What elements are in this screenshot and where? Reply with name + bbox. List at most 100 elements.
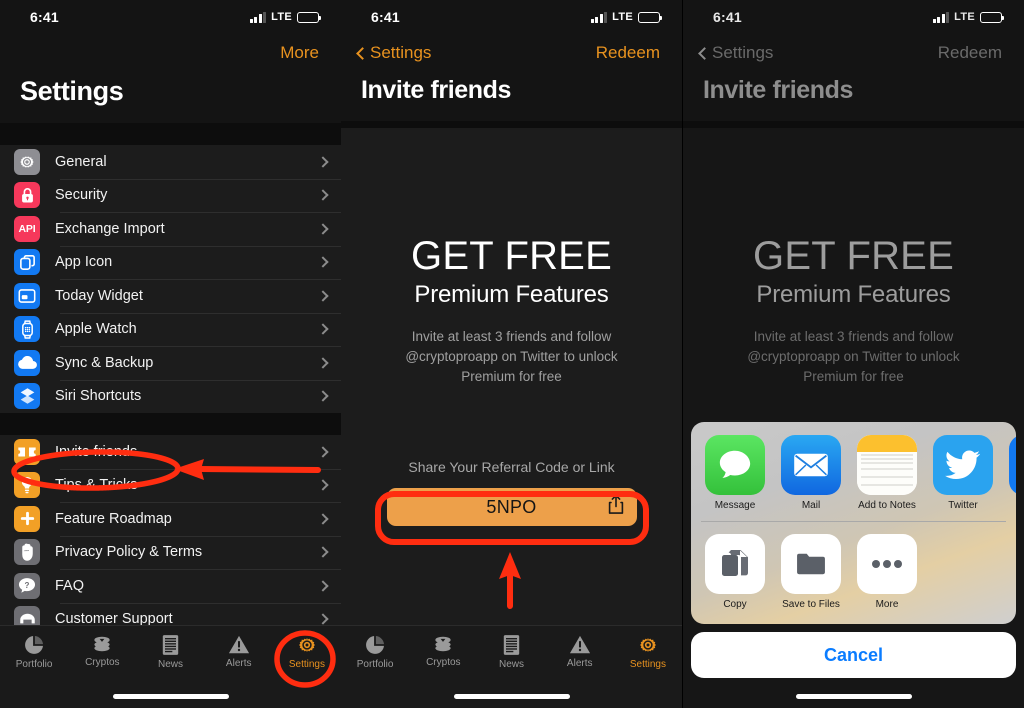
back-button[interactable]: Settings (355, 43, 431, 63)
settings-row-apple-watch[interactable]: Apple Watch (0, 312, 341, 347)
share-action-label: Copy (723, 599, 747, 610)
tab-news[interactable]: News (136, 634, 204, 670)
share-apps-row: Message Mail Add to Notes Twitter (691, 422, 1016, 517)
tab-portfolio[interactable]: Portfolio (0, 634, 68, 670)
settings-row-feature-roadmap[interactable]: Feature Roadmap (0, 502, 341, 536)
share-app-add-to-notes[interactable]: Add to Notes (857, 435, 917, 511)
settings-row-security[interactable]: Security (0, 178, 341, 213)
share-app-label: Mail (801, 500, 821, 511)
settings-row-tips-tricks[interactable]: Tips & Tricks (0, 468, 341, 503)
tab-label: Portfolio (356, 659, 394, 670)
question-bubble-icon: ? (14, 572, 40, 599)
chevron-right-icon (317, 513, 329, 525)
tab-label: News (499, 659, 525, 670)
cellular-bars-icon (249, 11, 267, 23)
share-action-save-to-files[interactable]: Save to Files (781, 534, 841, 610)
chevron-right-icon (317, 580, 329, 592)
settings-row-label: Sync & Backup (55, 354, 154, 371)
redeem-button[interactable]: Redeem (938, 43, 1002, 63)
nav-bar: Settings Redeem (341, 34, 682, 72)
tab-news[interactable]: News (477, 634, 545, 670)
settings-row-faq[interactable]: ? FAQ (0, 569, 341, 603)
share-app-label: Add to Notes (858, 500, 916, 511)
siri-shortcuts-icon (14, 383, 40, 410)
tab-alerts[interactable]: Alerts (205, 634, 273, 669)
share-action-label: More (875, 599, 899, 610)
home-indicator (453, 694, 570, 699)
folder-icon (781, 534, 841, 594)
list-spacer (0, 123, 341, 145)
pie-chart-icon (364, 634, 386, 656)
hero-subtitle: Premium Features (756, 281, 951, 308)
chevron-right-icon (317, 357, 329, 369)
home-indicator (112, 694, 229, 699)
settings-group-general: General Security API Exchange Import App… (0, 145, 341, 413)
ticket-icon (14, 438, 40, 465)
settings-row-general[interactable]: General (0, 145, 341, 179)
status-bar-time: 6:41 (371, 9, 400, 25)
share-action-copy[interactable]: Copy (705, 534, 765, 610)
chevron-right-icon (317, 156, 329, 168)
redeem-button[interactable]: Redeem (596, 43, 660, 63)
gear-icon (14, 148, 40, 175)
share-app-partial[interactable] (1009, 435, 1016, 511)
share-app-mail[interactable]: Mail (781, 435, 841, 511)
settings-row-label: Privacy Policy & Terms (55, 544, 203, 561)
tab-alerts[interactable]: Alerts (546, 634, 614, 669)
settings-row-label: Exchange Import (55, 220, 165, 237)
api-icon: API (14, 215, 40, 242)
cancel-button[interactable]: Cancel (691, 632, 1016, 678)
hand-raised-icon (14, 539, 40, 566)
settings-row-label: General (55, 153, 107, 170)
more-button[interactable]: More (280, 43, 319, 63)
settings-row-label: Tips & Tricks (55, 477, 138, 494)
tab-cryptos[interactable]: Cryptos (68, 634, 136, 668)
settings-row-label: Today Widget (55, 287, 143, 304)
settings-row-privacy-policy-terms[interactable]: Privacy Policy & Terms (0, 535, 341, 570)
chevron-right-icon (317, 256, 329, 268)
settings-row-exchange-import[interactable]: API Exchange Import (0, 212, 341, 246)
app-icon-icon (14, 249, 40, 276)
alert-triangle-icon (228, 634, 250, 655)
share-app-twitter[interactable]: Twitter (933, 435, 993, 511)
news-document-icon (502, 634, 521, 656)
network-label: LTE (271, 11, 292, 23)
tab-settings[interactable]: Settings (273, 634, 341, 670)
tab-settings[interactable]: Settings (614, 634, 682, 670)
share-action-more[interactable]: More (857, 534, 917, 610)
settings-row-app-icon[interactable]: App Icon (0, 245, 341, 280)
gear-icon (296, 634, 318, 656)
cloud-icon (14, 349, 40, 376)
twitter-app-icon (933, 435, 993, 495)
messages-app-icon (705, 435, 765, 495)
phone-panel-share-sheet: 6:41 LTE Settings Redeem Invite friends … (683, 0, 1024, 708)
lightbulb-icon (14, 472, 40, 499)
tab-cryptos[interactable]: Cryptos (409, 634, 477, 668)
cellular-bars-icon (590, 11, 608, 23)
nav-bar: More (0, 34, 341, 72)
status-bar-time: 6:41 (713, 9, 742, 25)
list-spacer (0, 413, 341, 435)
share-sheet-card: Message Mail Add to Notes Twitter Copy S… (691, 422, 1016, 624)
tab-portfolio[interactable]: Portfolio (341, 634, 409, 670)
tab-label: Settings (288, 659, 325, 670)
share-action-label: Save to Files (782, 599, 840, 610)
settings-row-invite-friends[interactable]: Invite friends (0, 435, 341, 469)
share-app-message[interactable]: Message (705, 435, 765, 511)
chevron-right-icon (317, 446, 329, 458)
tab-label: News (158, 659, 184, 670)
tab-label: Cryptos (85, 657, 120, 668)
status-bar: 6:41 LTE (683, 0, 1024, 34)
share-actions-row: Copy Save to Files More (691, 522, 1016, 624)
hero-title: GET FREE (411, 234, 612, 278)
settings-row-siri-shortcuts[interactable]: Siri Shortcuts (0, 379, 341, 414)
settings-row-label: Invite friends (55, 443, 138, 460)
share-app-label: Twitter (948, 500, 978, 511)
settings-row-sync-backup[interactable]: Sync & Backup (0, 346, 341, 380)
settings-row-label: Security (55, 187, 108, 204)
referral-code-button[interactable]: 5NPO (386, 488, 637, 526)
settings-group-support: Invite friends Tips & Tricks Feature Roa… (0, 435, 341, 636)
back-button[interactable]: Settings (697, 43, 773, 63)
share-up-arrow-icon[interactable] (608, 494, 624, 520)
settings-row-today-widget[interactable]: Today Widget (0, 279, 341, 313)
